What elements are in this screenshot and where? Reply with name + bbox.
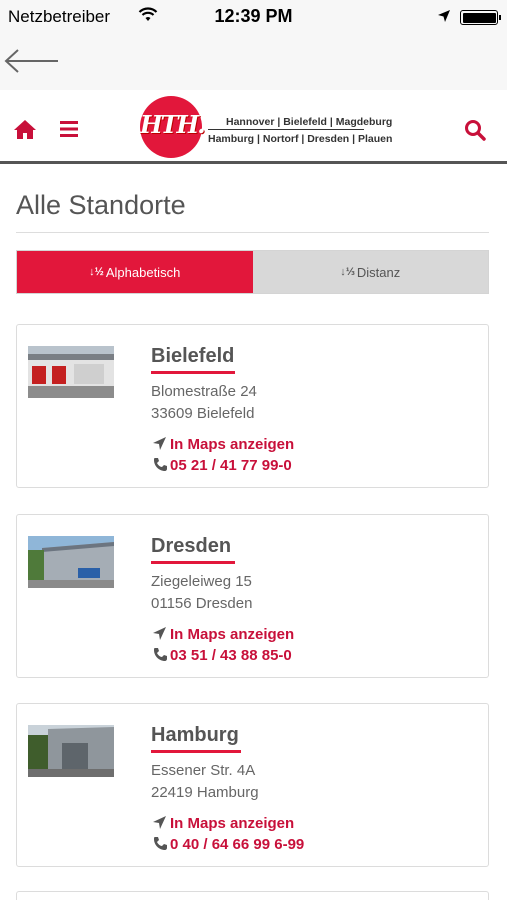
company-logo[interactable]: HTH. Hannover | Bielefeld | Magdeburg Ha… — [140, 96, 392, 158]
phone-link[interactable]: 05 21 / 41 77 99-0 — [153, 457, 292, 474]
title-divider — [16, 232, 489, 233]
search-icon[interactable] — [463, 118, 487, 142]
location-photo[interactable] — [28, 725, 114, 777]
location-street: Ziegeleiweg 15 — [151, 573, 252, 590]
home-icon[interactable] — [13, 118, 37, 140]
show-in-maps-label: In Maps anzeigen — [170, 626, 295, 643]
show-in-maps-link[interactable]: In Maps anzeigen — [153, 436, 294, 453]
logo-divider — [208, 129, 364, 130]
page-title: Alle Standorte — [16, 190, 186, 220]
navigation-arrow-icon — [153, 816, 166, 829]
battery-icon — [460, 10, 501, 25]
location-name[interactable]: Bielefeld — [151, 345, 234, 368]
location-city: 33609 Bielefeld — [151, 405, 255, 422]
phone-number: 03 51 / 43 88 85-0 — [170, 647, 292, 664]
location-card-partial — [16, 891, 489, 900]
browser-nav-bar — [0, 34, 507, 90]
location-name[interactable]: Dresden — [151, 535, 231, 558]
location-arrow-icon — [438, 10, 450, 22]
sort-alpha-icon: ↓½ — [89, 266, 104, 278]
tab-sort-alphabetical-label: Alphabetisch — [105, 264, 181, 280]
tab-sort-alphabetical[interactable]: ↓½ Alphabetisch — [17, 251, 253, 293]
menu-icon[interactable] — [58, 120, 80, 138]
location-name-underline — [151, 371, 235, 374]
logo-cities-line1: Hannover | Bielefeld | Magdeburg — [226, 116, 393, 128]
back-arrow-icon[interactable] — [4, 46, 60, 76]
status-bar: Netzbetreiber 12:39 PM — [0, 0, 507, 34]
location-name[interactable]: Hamburg — [151, 724, 239, 747]
navigation-arrow-icon — [153, 437, 166, 450]
phone-icon — [154, 648, 167, 661]
navigation-arrow-icon — [153, 627, 166, 640]
location-city: 22419 Hamburg — [151, 784, 259, 801]
show-in-maps-label: In Maps anzeigen — [170, 815, 295, 832]
tab-sort-distance-label: Distanz — [356, 264, 401, 280]
location-card: Dresden Ziegeleiweg 15 01156 Dresden In … — [16, 514, 489, 678]
location-street: Blomestraße 24 — [151, 383, 257, 400]
phone-number: 05 21 / 41 77 99-0 — [170, 457, 292, 474]
show-in-maps-link[interactable]: In Maps anzeigen — [153, 626, 294, 643]
phone-number: 0 40 / 64 66 99 6-99 — [170, 836, 305, 853]
phone-link[interactable]: 03 51 / 43 88 85-0 — [153, 647, 292, 664]
location-name-underline — [151, 561, 235, 564]
logo-mark: HTH. — [140, 110, 206, 139]
location-city: 01156 Dresden — [151, 595, 253, 612]
tab-sort-distance[interactable]: ↓⅓ Distanz — [252, 251, 488, 293]
location-card: Hamburg Essener Str. 4A 22419 Hamburg In… — [16, 703, 489, 867]
sort-tabs: ↓½ Alphabetisch ↓⅓ Distanz — [16, 250, 489, 294]
location-photo[interactable] — [28, 346, 114, 398]
location-name-underline — [151, 750, 241, 753]
location-card: Bielefeld Blomestraße 24 33609 Bielefeld… — [16, 324, 489, 488]
site-header: HTH. Hannover | Bielefeld | Magdeburg Ha… — [0, 90, 507, 164]
location-street: Essener Str. 4A — [151, 762, 256, 779]
phone-link[interactable]: 0 40 / 64 66 99 6-99 — [153, 836, 304, 853]
location-photo[interactable] — [28, 536, 114, 588]
logo-cities-line2: Hamburg | Nortorf | Dresden | Plauen — [208, 133, 393, 145]
show-in-maps-link[interactable]: In Maps anzeigen — [153, 815, 294, 832]
show-in-maps-label: In Maps anzeigen — [170, 436, 295, 453]
phone-icon — [154, 837, 167, 850]
phone-icon — [154, 458, 167, 471]
status-time: 12:39 PM — [214, 6, 293, 26]
logo-badge: HTH. — [140, 96, 206, 158]
sort-distance-icon: ↓⅓ — [340, 266, 355, 278]
